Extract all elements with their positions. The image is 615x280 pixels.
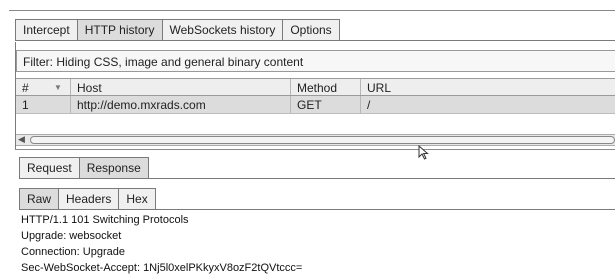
tab-request[interactable]: Request: [19, 157, 80, 179]
view-tab-underline: [19, 209, 615, 210]
response-line: Upgrade: websocket: [21, 230, 122, 242]
response-line: Connection: Upgrade: [21, 246, 125, 258]
table-header: # ▼ Host Method URL: [16, 78, 615, 96]
column-header-url[interactable]: URL: [361, 79, 615, 95]
column-header-host[interactable]: Host: [71, 79, 291, 95]
main-tab-underline: [15, 40, 615, 41]
column-header-number[interactable]: # ▼: [16, 79, 71, 95]
message-tab-underline: [19, 178, 615, 179]
split-pane-divider[interactable]: [15, 149, 615, 150]
response-line: HTTP/1.1 101 Switching Protocols: [21, 214, 189, 226]
column-header-method[interactable]: Method: [291, 79, 361, 95]
tab-http-history[interactable]: HTTP history: [77, 19, 163, 41]
view-tab-bar: Raw Headers Hex: [19, 188, 156, 210]
history-panel: Filter: Hiding CSS, image and general bi…: [15, 42, 615, 150]
tab-raw[interactable]: Raw: [19, 188, 60, 210]
message-tab-bar: Request Response: [19, 157, 149, 179]
cell-url: /: [367, 98, 371, 112]
tab-hex[interactable]: Hex: [119, 188, 156, 210]
response-line: Sec-WebSocket-Accept: 1Nj5l0xelPKkyxV8oz…: [21, 262, 303, 274]
cell-number: 1: [16, 96, 71, 113]
filter-bar[interactable]: Filter: Hiding CSS, image and general bi…: [16, 50, 615, 72]
tab-websockets-history[interactable]: WebSockets history: [162, 19, 284, 41]
table-row[interactable]: 1 http://demo.mxrads.com GET /: [16, 96, 615, 114]
window-top-border: [9, 10, 615, 11]
cell-host: http://demo.mxrads.com: [71, 96, 291, 113]
history-table: # ▼ Host Method URL 1 http://demo.mxrads…: [16, 78, 615, 114]
column-header-number-label: #: [22, 81, 29, 95]
sort-arrow-icon: ▼: [54, 83, 62, 92]
tab-options[interactable]: Options: [283, 19, 340, 41]
horizontal-scrollbar[interactable]: ◀: [16, 134, 615, 146]
tab-intercept[interactable]: Intercept: [15, 19, 78, 41]
tab-headers[interactable]: Headers: [59, 188, 120, 210]
scrollbar-thumb[interactable]: [30, 136, 615, 144]
tab-response[interactable]: Response: [79, 157, 149, 179]
http-history-window: Intercept HTTP history WebSockets histor…: [3, 0, 615, 280]
main-tab-bar: Intercept HTTP history WebSockets histor…: [15, 19, 340, 41]
response-raw-text[interactable]: HTTP/1.1 101 Switching Protocols Upgrade…: [21, 212, 615, 276]
cell-method: GET: [291, 96, 361, 113]
scroll-left-icon[interactable]: ◀: [18, 134, 25, 145]
mouse-cursor-icon: [418, 145, 429, 160]
